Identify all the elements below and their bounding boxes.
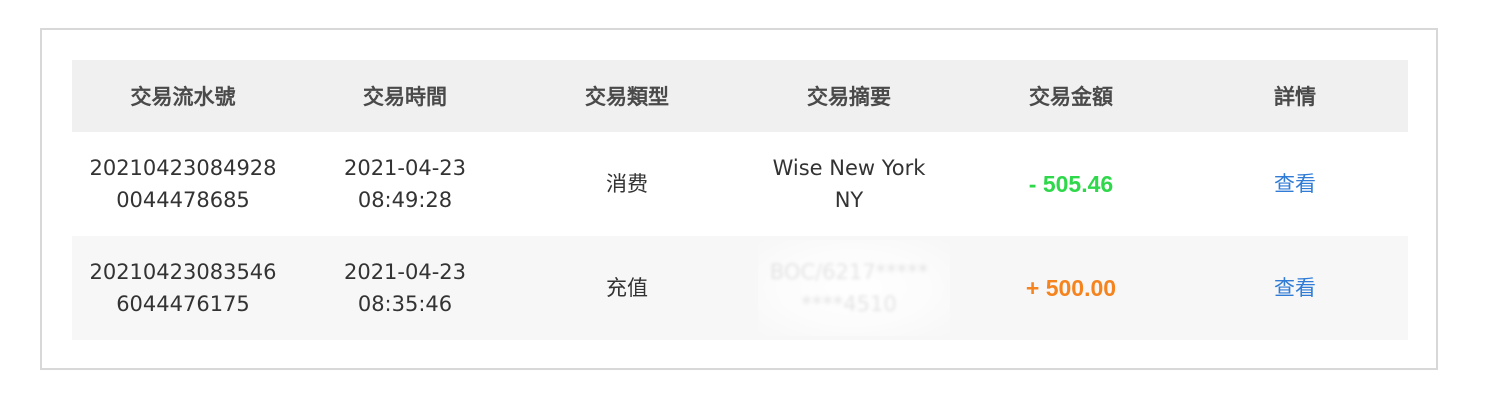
header-details: 詳情 <box>1274 85 1316 109</box>
header-transaction-type: 交易類型 <box>585 85 669 109</box>
header-transaction-summary: 交易摘要 <box>807 85 891 109</box>
summary-line2: NY <box>834 188 864 212</box>
transaction-amount-cell: - 505.46 <box>960 132 1182 236</box>
details-cell: 查看 <box>1182 132 1408 236</box>
serial-number-cell: 20210423084928 0044478685 <box>72 132 294 236</box>
transaction-amount-cell: + 500.00 <box>960 236 1182 340</box>
transactions-panel: 交易流水號 交易時間 交易類型 交易摘要 交易金額 詳情 20210423084… <box>40 28 1438 370</box>
view-details-link[interactable]: 查看 <box>1274 172 1316 196</box>
transaction-summary-cell: Wise New York NY <box>738 132 960 236</box>
summary-line1: Wise New York <box>772 156 926 180</box>
transaction-time-cell: 2021-04-23 08:35:46 <box>294 236 516 340</box>
table-header: 交易流水號 交易時間 交易類型 交易摘要 交易金額 詳情 <box>72 60 1408 132</box>
transaction-date: 2021-04-23 <box>343 260 467 284</box>
view-details-link[interactable]: 查看 <box>1274 276 1316 300</box>
serial-number-line1: 20210423083546 <box>89 260 277 284</box>
amount-value: + 500.00 <box>1025 274 1117 301</box>
header-row: 交易流水號 交易時間 交易類型 交易摘要 交易金額 詳情 <box>72 60 1408 132</box>
header-transaction-amount: 交易金額 <box>1029 85 1113 109</box>
table-row: 20210423084928 0044478685 2021-04-23 08:… <box>72 132 1408 236</box>
transaction-clock-time: 08:49:28 <box>357 188 453 212</box>
transaction-type-cell: 消费 <box>606 172 648 196</box>
summary-line1: BOC/6217***** <box>769 260 929 284</box>
amount-value: - 505.46 <box>1028 170 1114 197</box>
serial-number-cell: 20210423083546 6044476175 <box>72 236 294 340</box>
serial-number-line2: 0044478685 <box>116 188 250 212</box>
transaction-date: 2021-04-23 <box>343 156 467 180</box>
serial-number-line2: 6044476175 <box>116 292 250 316</box>
serial-number-line1: 20210423084928 <box>89 156 277 180</box>
table-row: 20210423083546 6044476175 2021-04-23 08:… <box>72 236 1408 340</box>
summary-line2: ****4510 <box>801 292 897 316</box>
transaction-summary-cell-redacted: BOC/6217***** ****4510 <box>738 236 960 340</box>
header-serial-number: 交易流水號 <box>130 85 236 109</box>
table-body: 20210423084928 0044478685 2021-04-23 08:… <box>72 132 1408 340</box>
transaction-clock-time: 08:35:46 <box>357 292 453 316</box>
transaction-type-cell: 充值 <box>606 276 648 300</box>
transactions-table: 交易流水號 交易時間 交易類型 交易摘要 交易金額 詳情 20210423084… <box>72 60 1408 340</box>
transaction-time-cell: 2021-04-23 08:49:28 <box>294 132 516 236</box>
details-cell: 查看 <box>1182 236 1408 340</box>
header-transaction-time: 交易時間 <box>363 85 447 109</box>
